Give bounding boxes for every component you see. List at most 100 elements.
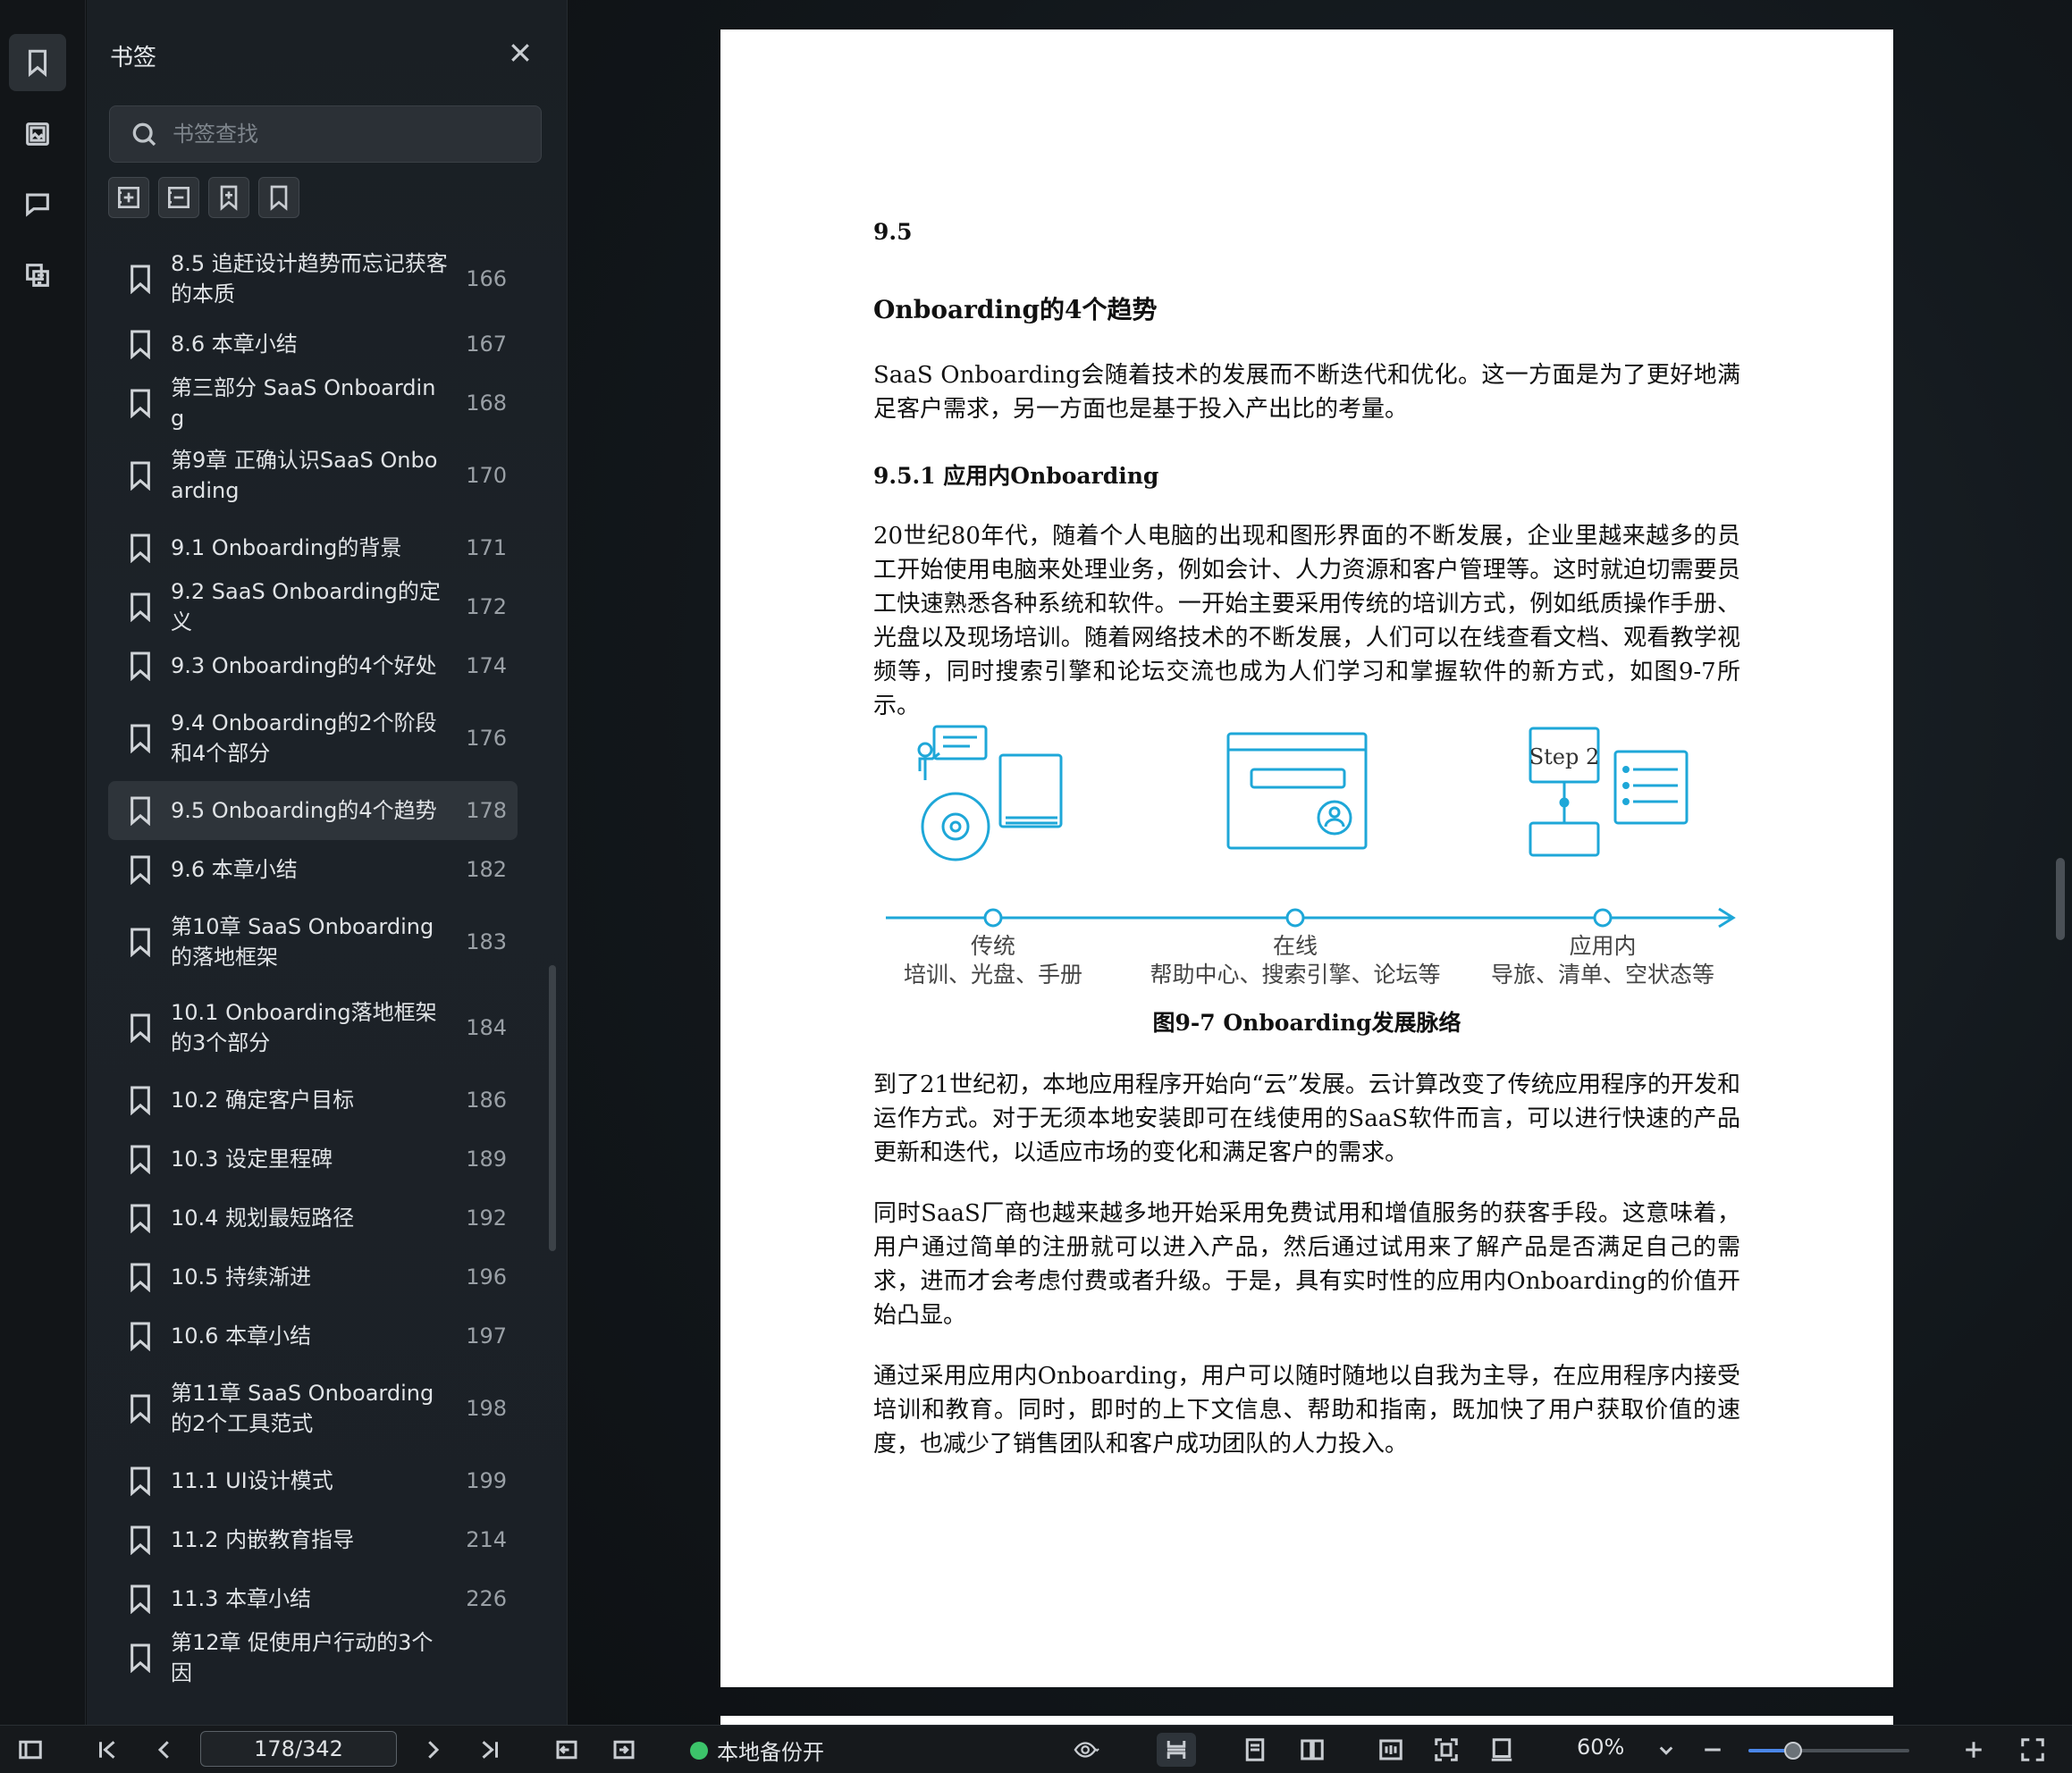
bookmark-label: 9.5 Onboarding的4个趋势 <box>171 798 437 823</box>
bookmark-item[interactable]: 11.3 本章小结 226 <box>108 1569 518 1628</box>
bookmark-page-number: 197 <box>466 1323 507 1349</box>
bookmark-page-number: 198 <box>466 1396 507 1421</box>
bookmark-icon <box>128 388 153 419</box>
backup-status[interactable]: 本地备份开 <box>690 1735 824 1766</box>
continuous-scroll-icon[interactable] <box>1157 1733 1196 1767</box>
close-icon[interactable] <box>507 39 534 66</box>
bookmark-item[interactable]: 11.2 内嵌教育指导 214 <box>108 1510 518 1569</box>
zoom-level[interactable]: 60% <box>1577 1735 1624 1760</box>
search-input[interactable] <box>173 122 512 147</box>
go-back-icon[interactable] <box>549 1733 585 1767</box>
bookmark-label: 11.3 本章小结 <box>171 1586 312 1611</box>
add-bookmark-icon[interactable] <box>208 177 249 218</box>
stage-1-title: 传统 <box>971 933 1015 959</box>
bookmark-icon[interactable] <box>258 177 299 218</box>
bookmark-item[interactable]: 10.3 设定里程碑 189 <box>108 1130 518 1189</box>
bookmark-item[interactable]: 第三部分 SaaS Onboarding 168 <box>108 374 518 433</box>
zoom-slider[interactable] <box>1748 1742 1909 1760</box>
first-page-icon[interactable] <box>89 1733 125 1767</box>
bookmark-item[interactable]: 10.1 Onboarding落地框架的3个部分 184 <box>108 985 518 1071</box>
bookmark-item[interactable]: 9.4 Onboarding的2个阶段和4个部分 176 <box>108 695 518 781</box>
sidebar-toggle-icon[interactable] <box>13 1733 48 1767</box>
figure-9-7: Step 2 传统 培训、光盘、手册 在线 帮助中心、搜索引擎、论坛等 应用内 … <box>873 718 1740 1004</box>
paragraph-2: 20世纪80年代，随着个人电脑的出现和图形界面的不断发展，企业里越来越多的员工开… <box>873 523 1740 719</box>
bookmark-label: 10.5 持续渐进 <box>171 1265 312 1290</box>
comment-tab-icon[interactable] <box>9 175 66 232</box>
paragraph-4: 同时SaaS厂商也越来越多地开始采用免费试用和增值服务的获客手段。这意味着，用户… <box>873 1200 1740 1329</box>
bookmark-page-number: 176 <box>466 726 507 751</box>
single-page-icon[interactable] <box>1237 1733 1273 1767</box>
bookmark-item[interactable]: 9.1 Onboarding的背景 171 <box>108 518 518 577</box>
bookmark-item[interactable]: 9.5 Onboarding的4个趋势 178 <box>108 781 518 840</box>
bookmark-page-number: 170 <box>466 463 507 488</box>
bookmark-label: 8.6 本章小结 <box>171 332 298 357</box>
document-scrollbar[interactable] <box>2056 858 2065 940</box>
panel-scrollbar[interactable] <box>549 965 556 1251</box>
bookmark-item[interactable]: 9.2 SaaS Onboarding的定义 172 <box>108 577 518 636</box>
onboarding-timeline-figure: Step 2 传统 培训、光盘、手册 在线 帮助中心、搜索引擎、论坛等 应用内 … <box>886 725 1736 987</box>
fullscreen-icon[interactable] <box>2015 1733 2051 1767</box>
next-page-icon[interactable] <box>415 1733 451 1767</box>
bookmark-icon <box>128 1643 153 1674</box>
bookmark-page-number: 199 <box>466 1468 507 1493</box>
previous-page-icon[interactable] <box>147 1733 182 1767</box>
zoom-slider-knob[interactable] <box>1784 1742 1803 1760</box>
bookmark-label: 第9章 正确认识SaaS Onboarding <box>171 448 438 503</box>
bookmark-item[interactable]: 9.6 本章小结 182 <box>108 840 518 899</box>
bookmark-tab-icon[interactable] <box>9 34 66 91</box>
document-viewport[interactable]: 9.5 Onboarding的4个趋势 SaaS Onboarding会随着技术… <box>569 0 2072 1725</box>
bookmark-item[interactable]: 9.3 Onboarding的4个好处 174 <box>108 636 518 695</box>
bookmark-icon <box>128 1525 153 1556</box>
bookmark-label: 9.3 Onboarding的4个好处 <box>171 653 437 678</box>
bookmark-panel: 书签 8.5 追赶设计趋势而忘记获客的本质 166 8.6 本章小结 167 第三部分 … <box>87 0 568 1725</box>
bookmark-item[interactable]: 10.4 规划最短路径 192 <box>108 1189 518 1248</box>
collapse-all-icon[interactable] <box>158 177 199 218</box>
eye-icon[interactable] <box>1060 1733 1114 1767</box>
bookmark-icon <box>128 533 153 564</box>
go-forward-icon[interactable] <box>606 1733 642 1767</box>
bookmark-item[interactable]: 8.5 追赶设计趋势而忘记获客的本质 166 <box>108 243 518 315</box>
bookmark-page-number: 226 <box>466 1586 507 1611</box>
page-number-input[interactable]: 178/342 <box>200 1731 397 1767</box>
thumbnail-tab-icon[interactable] <box>9 105 66 163</box>
bookmark-item[interactable]: 10.5 持续渐进 196 <box>108 1248 518 1307</box>
chevron-down-icon[interactable] <box>1648 1733 1684 1767</box>
paragraph-1: SaaS Onboarding会随着技术的发展而不断迭代和优化。这一方面是为了更… <box>873 362 1740 423</box>
bookmark-label: 10.4 规划最短路径 <box>171 1206 355 1231</box>
bookmark-page-number: 168 <box>466 391 507 416</box>
expand-all-icon[interactable] <box>108 177 149 218</box>
bookmark-item[interactable]: 10.2 确定客户目标 186 <box>108 1071 518 1130</box>
bookmark-icon <box>128 1321 153 1352</box>
bookmark-item[interactable]: 第9章 正确认识SaaS Onboarding 170 <box>108 433 518 518</box>
fit-width-icon[interactable] <box>1373 1733 1409 1767</box>
zoom-in-icon[interactable] <box>1956 1733 1992 1767</box>
last-page-icon[interactable] <box>472 1733 508 1767</box>
bookmark-item[interactable]: 第11章 SaaS Onboarding的2个工具范式 198 <box>108 1365 518 1451</box>
bookmark-icon <box>128 795 153 827</box>
two-page-icon[interactable] <box>1294 1733 1330 1767</box>
zoom-out-icon[interactable] <box>1695 1733 1731 1767</box>
icon-rail <box>0 0 86 1725</box>
bookmark-icon <box>128 264 153 295</box>
bookmark-icon <box>128 1013 153 1044</box>
bookmark-list: 8.5 追赶设计趋势而忘记获客的本质 166 8.6 本章小结 167 第三部分 Saa… <box>108 243 534 1687</box>
bookmark-page-number: 186 <box>466 1088 507 1113</box>
paragraph-3: 到了21世纪初，本地应用程序开始向“云”发展。云计算改变了传统应用程序的开发和运… <box>873 1071 1740 1166</box>
bookmark-icon <box>128 1466 153 1497</box>
bookmark-item[interactable]: 第10章 SaaS Onboarding的落地框架 183 <box>108 899 518 985</box>
bookmark-label: 11.1 UI设计模式 <box>171 1468 333 1493</box>
bookmark-item[interactable]: 10.6 本章小结 197 <box>108 1307 518 1365</box>
bookmark-item[interactable]: 第12章 促使用户行动的3个因 <box>108 1628 518 1687</box>
fit-page-icon[interactable] <box>1428 1733 1464 1767</box>
stage-2-title: 在线 <box>1273 933 1318 959</box>
bookmark-item[interactable]: 8.6 本章小结 167 <box>108 315 518 374</box>
bookmark-icon <box>128 854 153 886</box>
attachment-tab-icon[interactable] <box>9 247 66 304</box>
bookmark-search[interactable] <box>109 105 542 163</box>
bookmark-icon <box>128 1203 153 1234</box>
bookmark-label: 10.2 确定客户目标 <box>171 1088 355 1113</box>
status-dot <box>690 1741 708 1760</box>
actual-size-icon[interactable] <box>1484 1733 1520 1767</box>
bookmark-item[interactable]: 11.1 UI设计模式 199 <box>108 1451 518 1510</box>
bookmark-page-number: 183 <box>466 929 507 954</box>
